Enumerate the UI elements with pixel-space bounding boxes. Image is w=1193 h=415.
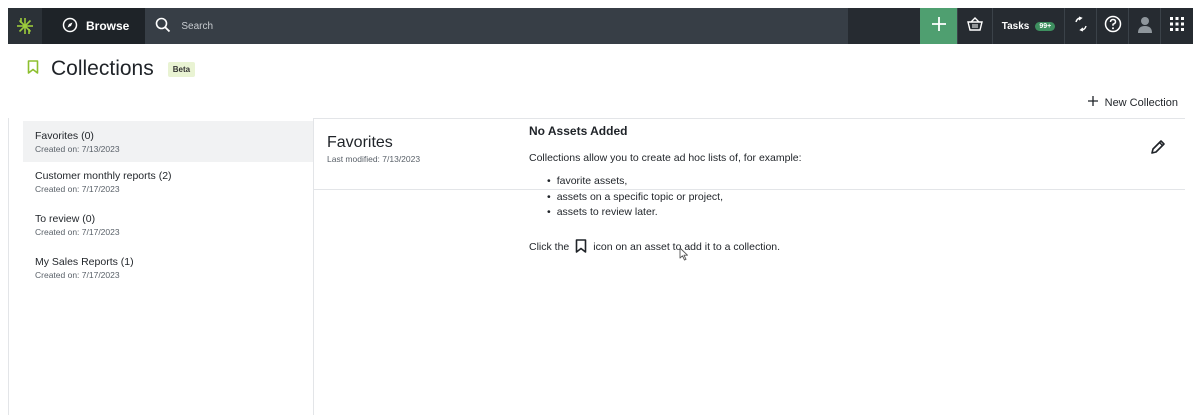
empty-state-list: favorite assets, assets on a specific to… <box>547 174 949 221</box>
collection-last-modified: Last modified: 7/13/2023 <box>327 154 421 164</box>
collection-name: To review (0) <box>35 213 96 225</box>
collection-created-date: Created on: 7/17/2023 <box>35 184 120 194</box>
divider <box>313 118 1185 119</box>
search-input[interactable]: Search <box>145 8 848 44</box>
page-title: Collections <box>51 57 154 80</box>
collection-created-date: Created on: 7/17/2023 <box>35 227 120 237</box>
collection-created-date: Created on: 7/17/2023 <box>35 270 120 280</box>
plus-icon <box>1087 96 1098 109</box>
new-collection-label: New Collection <box>1104 96 1178 109</box>
topbar-spacer <box>848 8 920 44</box>
beta-badge: Beta <box>167 61 196 77</box>
collection-name: Favorites (0) <box>35 130 94 142</box>
hint-text-before: Click the <box>529 241 570 253</box>
tasks-button[interactable]: Tasks 99+ <box>992 8 1064 44</box>
basket-button[interactable] <box>957 8 992 44</box>
lineage-button[interactable] <box>1064 8 1096 44</box>
bookmark-icon <box>27 59 39 79</box>
page-header: Collections Beta <box>27 57 196 81</box>
apps-grid-icon <box>1170 16 1184 36</box>
collection-item-my-sales-reports[interactable]: My Sales Reports (1) Created on: 7/17/20… <box>23 248 313 291</box>
new-collection-button[interactable]: New Collection <box>1087 96 1178 109</box>
apps-button[interactable] <box>1160 8 1193 44</box>
empty-state-title: No Assets Added <box>529 124 628 138</box>
empty-state-description: Collections allow you to create ad hoc l… <box>529 152 802 164</box>
tasks-count-badge: 99+ <box>1035 21 1056 31</box>
lineage-icon <box>1073 15 1089 37</box>
list-item: assets on a specific topic or project, <box>547 190 949 206</box>
search-placeholder: Search <box>181 20 214 32</box>
bookmark-icon <box>575 238 587 256</box>
top-navigation-bar: Browse Search Tasks 99+ <box>8 8 1193 44</box>
list-item: favorite assets, <box>547 174 949 190</box>
plus-icon <box>931 16 947 37</box>
user-icon <box>1137 15 1153 38</box>
pencil-icon <box>1149 140 1167 160</box>
browse-label: Browse <box>86 19 130 33</box>
collection-item-favorites[interactable]: Favorites (0) Created on: 7/13/2023 <box>23 121 313 162</box>
help-icon <box>1104 15 1122 38</box>
browse-button[interactable]: Browse <box>42 8 146 44</box>
mouse-pointer-icon <box>679 247 689 266</box>
collections-list: Favorites (0) Created on: 7/13/2023 Cust… <box>23 121 313 291</box>
tasks-label: Tasks <box>1001 20 1030 32</box>
logo-icon[interactable] <box>8 8 42 44</box>
help-button[interactable] <box>1096 8 1128 44</box>
collection-detail-title: Favorites <box>327 134 393 151</box>
collection-name: My Sales Reports (1) <box>35 256 134 268</box>
collection-name: Customer monthly reports (2) <box>35 170 172 182</box>
empty-state-hint: Click the icon on an asset to add it to … <box>529 238 949 256</box>
collection-created-date: Created on: 7/13/2023 <box>35 144 120 154</box>
compass-icon <box>62 17 78 36</box>
list-item: assets to review later. <box>547 205 949 221</box>
edit-collection-button[interactable] <box>1149 138 1167 156</box>
collection-item-customer-monthly-reports[interactable]: Customer monthly reports (2) Created on:… <box>23 162 313 205</box>
divider <box>313 118 314 415</box>
empty-state: No Assets Added Collections allow you to… <box>529 124 949 256</box>
search-icon <box>155 17 171 36</box>
collection-item-to-review[interactable]: To review (0) Created on: 7/17/2023 <box>23 205 313 248</box>
user-menu-button[interactable] <box>1128 8 1160 44</box>
add-button[interactable] <box>920 8 957 44</box>
basket-icon <box>967 16 983 37</box>
